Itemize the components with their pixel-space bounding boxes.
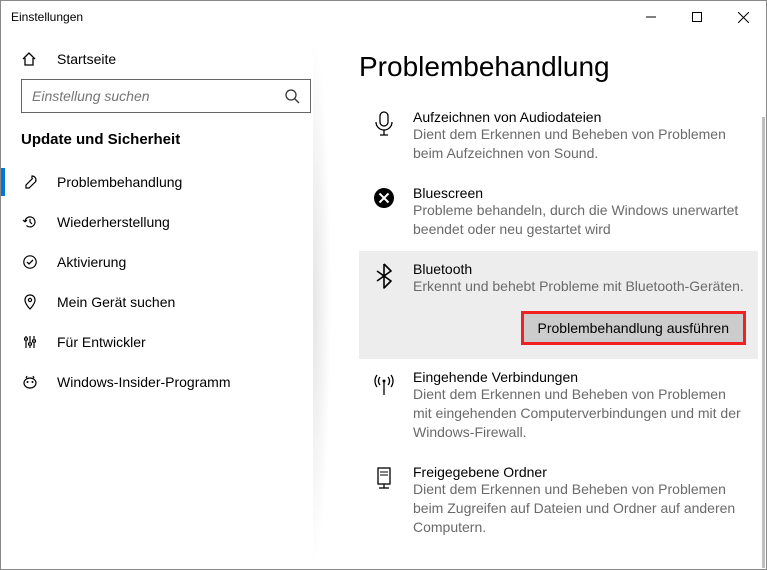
sidebar-item-label: Windows-Insider-Programm <box>57 374 230 390</box>
sliders-icon <box>21 334 39 350</box>
sidebar-item-label: Wiederherstellung <box>57 214 170 230</box>
troubleshooter-desc: Erkennt und behebt Probleme mit Bluetoot… <box>413 277 746 296</box>
titlebar: Einstellungen <box>1 1 766 33</box>
sidebar-item-developers[interactable]: Für Entwickler <box>1 322 331 362</box>
check-circle-icon <box>21 254 39 270</box>
window-controls <box>628 1 766 33</box>
search-input[interactable] <box>32 88 284 104</box>
troubleshooter-incoming-connections[interactable]: Eingehende Verbindungen Dient dem Erkenn… <box>359 359 758 454</box>
troubleshooter-audio-recording[interactable]: Aufzeichnen von Audiodateien Dient dem E… <box>359 99 758 175</box>
troubleshooter-title: Aufzeichnen von Audiodateien <box>413 109 746 125</box>
sidebar: Startseite Update und Sicherheit Problem… <box>1 33 331 569</box>
content-area: Startseite Update und Sicherheit Problem… <box>1 33 766 569</box>
section-header: Update und Sicherheit <box>1 131 331 162</box>
troubleshooter-title: Bluescreen <box>413 185 746 201</box>
bluetooth-icon <box>371 261 397 348</box>
troubleshooter-title: Bluetooth <box>413 261 746 277</box>
troubleshooter-shared-folders[interactable]: Freigegebene Ordner Dient dem Erkennen u… <box>359 454 758 549</box>
troubleshooter-desc: Dient dem Erkennen und Beheben von Probl… <box>413 125 746 163</box>
server-icon <box>371 464 397 537</box>
sidebar-item-label: Für Entwickler <box>57 334 146 350</box>
sidebar-item-label: Mein Gerät suchen <box>57 294 175 310</box>
sidebar-item-troubleshoot[interactable]: Problembehandlung <box>1 162 331 202</box>
history-icon <box>21 214 39 230</box>
close-button[interactable] <box>720 1 766 33</box>
troubleshooter-desc: Dient dem Erkennen und Beheben von Probl… <box>413 385 746 442</box>
search-box[interactable] <box>21 79 311 113</box>
location-icon <box>21 294 39 310</box>
search-icon <box>284 88 300 104</box>
page-title: Problembehandlung <box>359 51 758 83</box>
troubleshooter-bluetooth[interactable]: Bluetooth Erkennt und behebt Probleme mi… <box>359 251 758 360</box>
sidebar-item-recovery[interactable]: Wiederherstellung <box>1 202 331 242</box>
home-icon <box>21 51 39 67</box>
troubleshooter-desc: Dient dem Erkennen und Beheben von Probl… <box>413 480 746 537</box>
nav-list: Problembehandlung Wiederherstellung Akti… <box>1 162 331 402</box>
troubleshooter-desc: Probleme behandeln, durch die Windows un… <box>413 201 746 239</box>
settings-window: Einstellungen Startseite <box>0 0 767 570</box>
troubleshooter-list: Aufzeichnen von Audiodateien Dient dem E… <box>359 99 758 549</box>
run-troubleshooter-button[interactable]: Problembehandlung ausführen <box>521 311 746 345</box>
scrollbar[interactable] <box>762 117 765 568</box>
error-circle-icon <box>371 185 397 239</box>
wrench-icon <box>21 174 39 190</box>
insider-icon <box>21 374 39 390</box>
maximize-button[interactable] <box>674 1 720 33</box>
home-label: Startseite <box>57 51 116 67</box>
troubleshooter-title: Eingehende Verbindungen <box>413 369 746 385</box>
sidebar-item-label: Aktivierung <box>57 254 126 270</box>
troubleshooter-bluescreen[interactable]: Bluescreen Probleme behandeln, durch die… <box>359 175 758 251</box>
sidebar-item-activation[interactable]: Aktivierung <box>1 242 331 282</box>
main-panel: Problembehandlung Aufzeichnen von Audiod… <box>331 33 766 569</box>
antenna-icon <box>371 369 397 442</box>
microphone-icon <box>371 109 397 163</box>
sidebar-item-label: Problembehandlung <box>57 174 182 190</box>
sidebar-item-insider[interactable]: Windows-Insider-Programm <box>1 362 331 402</box>
window-title: Einstellungen <box>11 10 628 24</box>
sidebar-item-find-device[interactable]: Mein Gerät suchen <box>1 282 331 322</box>
troubleshooter-title: Freigegebene Ordner <box>413 464 746 480</box>
home-link[interactable]: Startseite <box>1 41 331 79</box>
minimize-button[interactable] <box>628 1 674 33</box>
